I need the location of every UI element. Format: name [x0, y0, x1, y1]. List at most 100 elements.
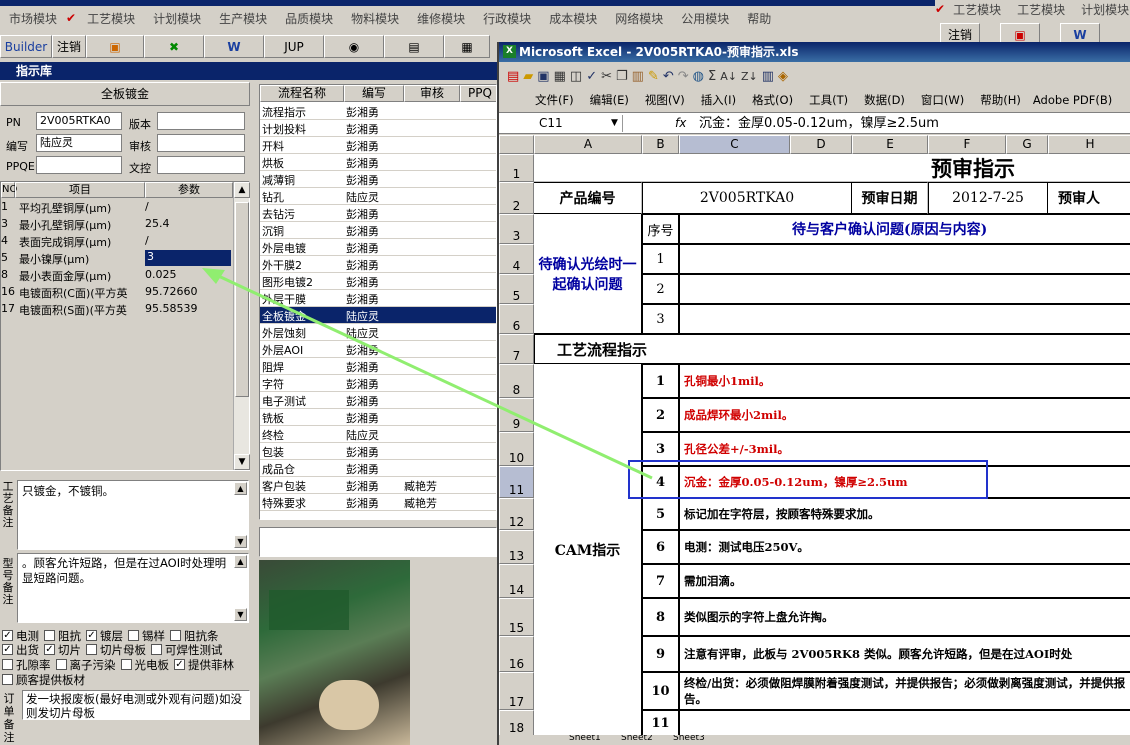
cam-label[interactable]: CAM指示 [534, 364, 642, 736]
doc-control-field[interactable] [157, 156, 245, 174]
menu-plan[interactable]: 生产模块 [210, 10, 276, 27]
checkbox-icon[interactable]: ✓ [86, 630, 97, 641]
checkbox-2-2[interactable]: 光电板 [120, 658, 169, 672]
pn-field[interactable]: 2V005RTKA0 [36, 112, 122, 130]
checkbox-2-3[interactable]: ✓ 提供菲林 [174, 658, 234, 672]
menu-maintenance[interactable]: 行政模块 [474, 10, 540, 27]
menu-production[interactable]: 品质模块 [276, 10, 342, 27]
flow-row[interactable]: 外层蚀刻 陆应灵 [260, 324, 496, 341]
formula-input[interactable]: 沉金：金厚0.05-0.12um，镍厚≥2.5um [699, 115, 939, 132]
checkbox-icon[interactable] [86, 644, 97, 655]
instruction-seq[interactable]: 6 [642, 530, 679, 564]
print-icon[interactable]: ▦ [444, 35, 490, 58]
instruction-seq[interactable]: 2 [642, 398, 679, 432]
scroll-down-icon[interactable]: ▼ [234, 608, 247, 621]
row-header[interactable]: 10 [499, 432, 534, 466]
flow-row[interactable]: 外层电镀 彭湘勇 [260, 239, 496, 256]
cut-icon[interactable]: ✂ [601, 69, 612, 84]
row-header[interactable]: 14 [499, 564, 534, 598]
sort-desc-icon[interactable]: Z↓ [741, 70, 758, 83]
row-header[interactable]: 6 [499, 304, 534, 334]
excel-menu-data[interactable]: 数据(D) [864, 92, 905, 108]
save-icon[interactable]: ▣ [537, 69, 549, 84]
model-note-field[interactable]: 。顾客允许短路，但是在过AOI时处理明显短路问题。 ▲ ▼ [17, 553, 249, 623]
menu-market[interactable]: 市场模块 [0, 10, 66, 27]
flow-row[interactable]: 流程指示 彭湘勇 [260, 103, 496, 120]
row-header[interactable]: 5 [499, 274, 534, 304]
column-header-g[interactable]: G [1006, 135, 1048, 154]
word-icon[interactable]: W [204, 35, 264, 58]
copy-icon[interactable]: ❐ [616, 69, 628, 84]
menu-material[interactable]: 维修模块 [408, 10, 474, 27]
excel-menu-edit[interactable]: 编辑(E) [590, 92, 629, 108]
flow-row[interactable]: 铣板 彭湘勇 [260, 409, 496, 426]
undo-icon[interactable]: ↶ [663, 69, 674, 84]
menu-admin[interactable]: 成本模块 [540, 10, 606, 27]
checkbox-icon[interactable] [128, 630, 139, 641]
review-field[interactable] [157, 134, 245, 152]
select-all-corner[interactable] [499, 135, 534, 154]
menu-quality[interactable]: 物料模块 [342, 10, 408, 27]
reviewer-label[interactable]: 预审人 [1048, 182, 1130, 214]
excel-menu-format[interactable]: 格式(O) [752, 92, 793, 108]
instruction-text[interactable]: 需加泪滴。 [679, 564, 1130, 598]
instruction-text[interactable]: 电测：测试电压250V。 [679, 530, 1130, 564]
flow-row[interactable]: 减薄铜 彭湘勇 [260, 171, 496, 188]
row-header[interactable]: 16 [499, 636, 534, 672]
flow-row[interactable]: 沉铜 彭湘勇 [260, 222, 496, 239]
seq-label[interactable]: 序号 [642, 214, 679, 244]
param-row[interactable]: 4 表面完成铜厚(μm) / [1, 233, 233, 250]
flow-note-field[interactable] [259, 527, 497, 557]
param-row[interactable]: 17 电镀面积(S面)(平方英 95.58539 [1, 301, 233, 318]
flow-row[interactable]: 钻孔 陆应灵 [260, 188, 496, 205]
checkbox-icon[interactable] [120, 659, 132, 670]
checkbox-icon[interactable] [55, 659, 67, 670]
menu-network[interactable]: 公用模块 [672, 10, 738, 27]
checkbox-1-2[interactable]: 切片母板 [86, 643, 146, 657]
flow-row[interactable]: 外干膜2 彭湘勇 [260, 256, 496, 273]
instruction-seq[interactable]: 11 [642, 710, 679, 736]
flow-row[interactable]: 开料 彭湘勇 [260, 137, 496, 154]
row-header[interactable]: 13 [499, 530, 534, 564]
row-header[interactable]: 7 [499, 334, 534, 364]
flow-row[interactable]: 计划投料 彭湘勇 [260, 120, 496, 137]
flow-row[interactable]: 全板镀金 陆应灵 [260, 307, 496, 324]
param-scrollbar[interactable]: ▲ ▼ [233, 182, 250, 470]
excel-menu-window[interactable]: 窗口(W) [921, 92, 964, 108]
checkbox-0-2[interactable]: ✓ 镀层 [86, 629, 123, 643]
instruction-seq[interactable]: 5 [642, 498, 679, 530]
bg-menu-process[interactable]: 工艺模块 [945, 1, 1009, 18]
spell-icon[interactable]: ✓ [586, 69, 597, 84]
sort-asc-icon[interactable]: A↓ [720, 70, 737, 83]
paste-icon[interactable]: ▥ [632, 69, 644, 84]
confirm-header[interactable]: 待与客户确认问题(原因与内容) [679, 214, 1130, 244]
checkbox-0-1[interactable]: 阻抗 [44, 629, 81, 643]
checkbox-icon[interactable] [2, 659, 13, 670]
excel-menu-view[interactable]: 视图(V) [645, 92, 685, 108]
eye-icon[interactable]: ◉ [324, 35, 384, 58]
instruction-text[interactable]: 终检/出货：必须做阻焊膜附着强度测试，并提供报告；必须做剥离强度测试，并提供报告… [679, 672, 1130, 710]
param-row[interactable]: 3 最小孔壁铜厚(μm) 25.4 [1, 216, 233, 233]
flow-row[interactable]: 成品仓 彭湘勇 [260, 460, 496, 477]
instruction-text[interactable]: 成品焊环最小2mil。 [679, 398, 1130, 432]
checkbox-0-0[interactable]: ✓ 电测 [2, 629, 39, 643]
flow-row[interactable]: 电子测试 彭湘勇 [260, 392, 496, 409]
menu-cost[interactable]: 网络模块 [606, 10, 672, 27]
instruction-text[interactable] [679, 710, 1130, 736]
checkbox-icon[interactable]: ✓ [174, 659, 185, 670]
row-header[interactable]: 4 [499, 244, 534, 274]
scroll-down-icon[interactable]: ▼ [234, 535, 247, 548]
checkbox-icon[interactable] [44, 630, 55, 641]
flow-row[interactable]: 包装 彭湘勇 [260, 443, 496, 460]
row-header[interactable]: 3 [499, 214, 534, 244]
scroll-down-icon[interactable]: ▼ [234, 454, 250, 470]
instruction-text[interactable]: 孔铜最小1mil。 [679, 364, 1130, 398]
flow-label[interactable]: 工艺流程指示 [534, 334, 1130, 364]
sheet-tab[interactable]: Sheet3 [673, 735, 705, 743]
column-header-e[interactable]: E [852, 135, 928, 154]
confirm-issue[interactable] [679, 244, 1130, 274]
new-icon[interactable]: ▤ [507, 69, 519, 84]
checkbox-0-4[interactable]: 阻抗条 [170, 629, 219, 643]
row-header[interactable]: 11 [499, 466, 534, 498]
report-icon[interactable]: ▣ [86, 35, 144, 58]
